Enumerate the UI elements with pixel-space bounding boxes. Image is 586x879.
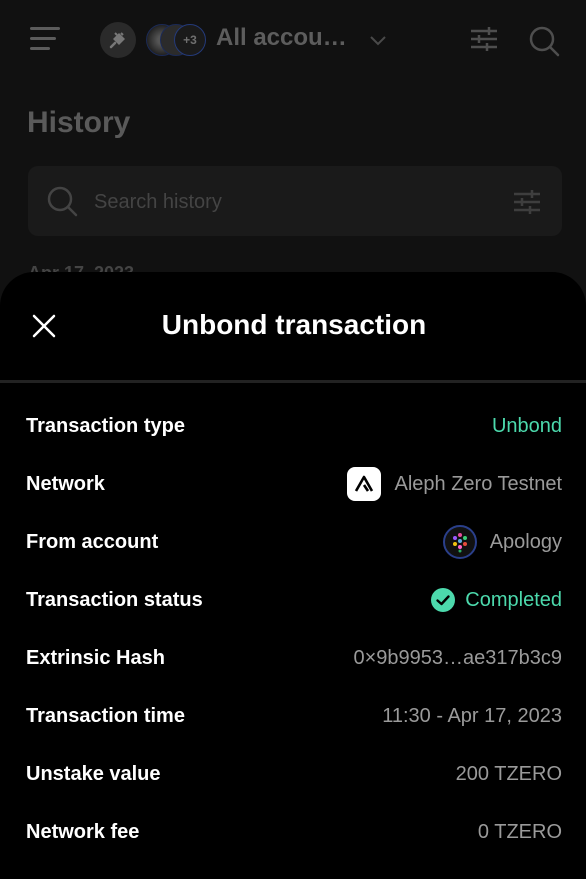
row-label: Transaction status xyxy=(26,588,203,611)
row-unstake-value: Unstake value 200 TZERO xyxy=(0,745,586,803)
filter-icon[interactable] xyxy=(512,188,542,216)
row-label: Transaction type xyxy=(26,414,185,437)
app-root: +3 All accou… History Search history Unb… xyxy=(0,0,586,879)
row-network-fee: Network fee 0 TZERO xyxy=(0,803,586,861)
account-selector-label[interactable]: All accou… xyxy=(216,24,347,52)
network-name: Aleph Zero Testnet xyxy=(394,472,562,495)
chevron-down-icon[interactable] xyxy=(368,30,388,50)
row-label: Network fee xyxy=(26,820,140,843)
row-network: Network Aleph Zero Testnet xyxy=(0,455,586,513)
aleph-zero-logo-icon xyxy=(347,467,382,501)
search-icon xyxy=(47,186,78,217)
transaction-detail-sheet: Unbond transaction Transaction type Unbo… xyxy=(0,272,586,879)
account-avatar-icon xyxy=(442,525,477,559)
check-circle-icon xyxy=(431,588,456,612)
row-label: Transaction time xyxy=(26,704,185,727)
detail-list: Transaction type Unbond Network Aleph Ze… xyxy=(0,397,586,861)
row-label: From account xyxy=(26,530,159,553)
search-input[interactable] xyxy=(92,184,496,220)
row-value: 200 TZERO xyxy=(455,762,562,785)
filter-icon[interactable] xyxy=(469,24,499,54)
extrinsic-hash-link[interactable]: 0×9b9953…ae317b3c9 xyxy=(353,647,562,670)
account-name: Apology xyxy=(489,530,562,553)
row-label: Extrinsic Hash xyxy=(26,646,165,669)
row-value: Unbond xyxy=(491,414,562,437)
status-text: Completed xyxy=(465,588,562,611)
menu-icon[interactable] xyxy=(30,27,60,53)
row-transaction-status: Transaction status Completed xyxy=(0,571,586,629)
plug-icon[interactable] xyxy=(100,22,136,58)
row-transaction-type: Transaction type Unbond xyxy=(0,397,586,455)
row-label: Network xyxy=(26,472,105,495)
more-accounts-badge: +3 xyxy=(174,24,206,56)
row-value-wrap: Aleph Zero Testnet xyxy=(347,467,562,501)
account-avatars[interactable]: +3 xyxy=(146,24,206,56)
top-bar: +3 All accou… xyxy=(0,0,586,80)
modal-title: Unbond transaction xyxy=(161,309,427,340)
row-value: 11:30 - Apr 17, 2023 xyxy=(382,704,562,727)
row-label: Unstake value xyxy=(26,762,161,785)
row-value-wrap: Apology xyxy=(442,525,562,559)
search-icon[interactable] xyxy=(527,24,561,58)
row-value-wrap: Completed xyxy=(431,588,562,612)
history-search[interactable] xyxy=(28,166,562,236)
row-extrinsic-hash: Extrinsic Hash 0×9b9953…ae317b3c9 xyxy=(0,629,586,687)
row-transaction-time: Transaction time 11:30 - Apr 17, 2023 xyxy=(0,687,586,745)
divider xyxy=(0,380,586,383)
row-value: 0 TZERO xyxy=(477,820,562,843)
row-from-account: From account Apology xyxy=(0,513,586,571)
page-title: History xyxy=(27,106,131,139)
